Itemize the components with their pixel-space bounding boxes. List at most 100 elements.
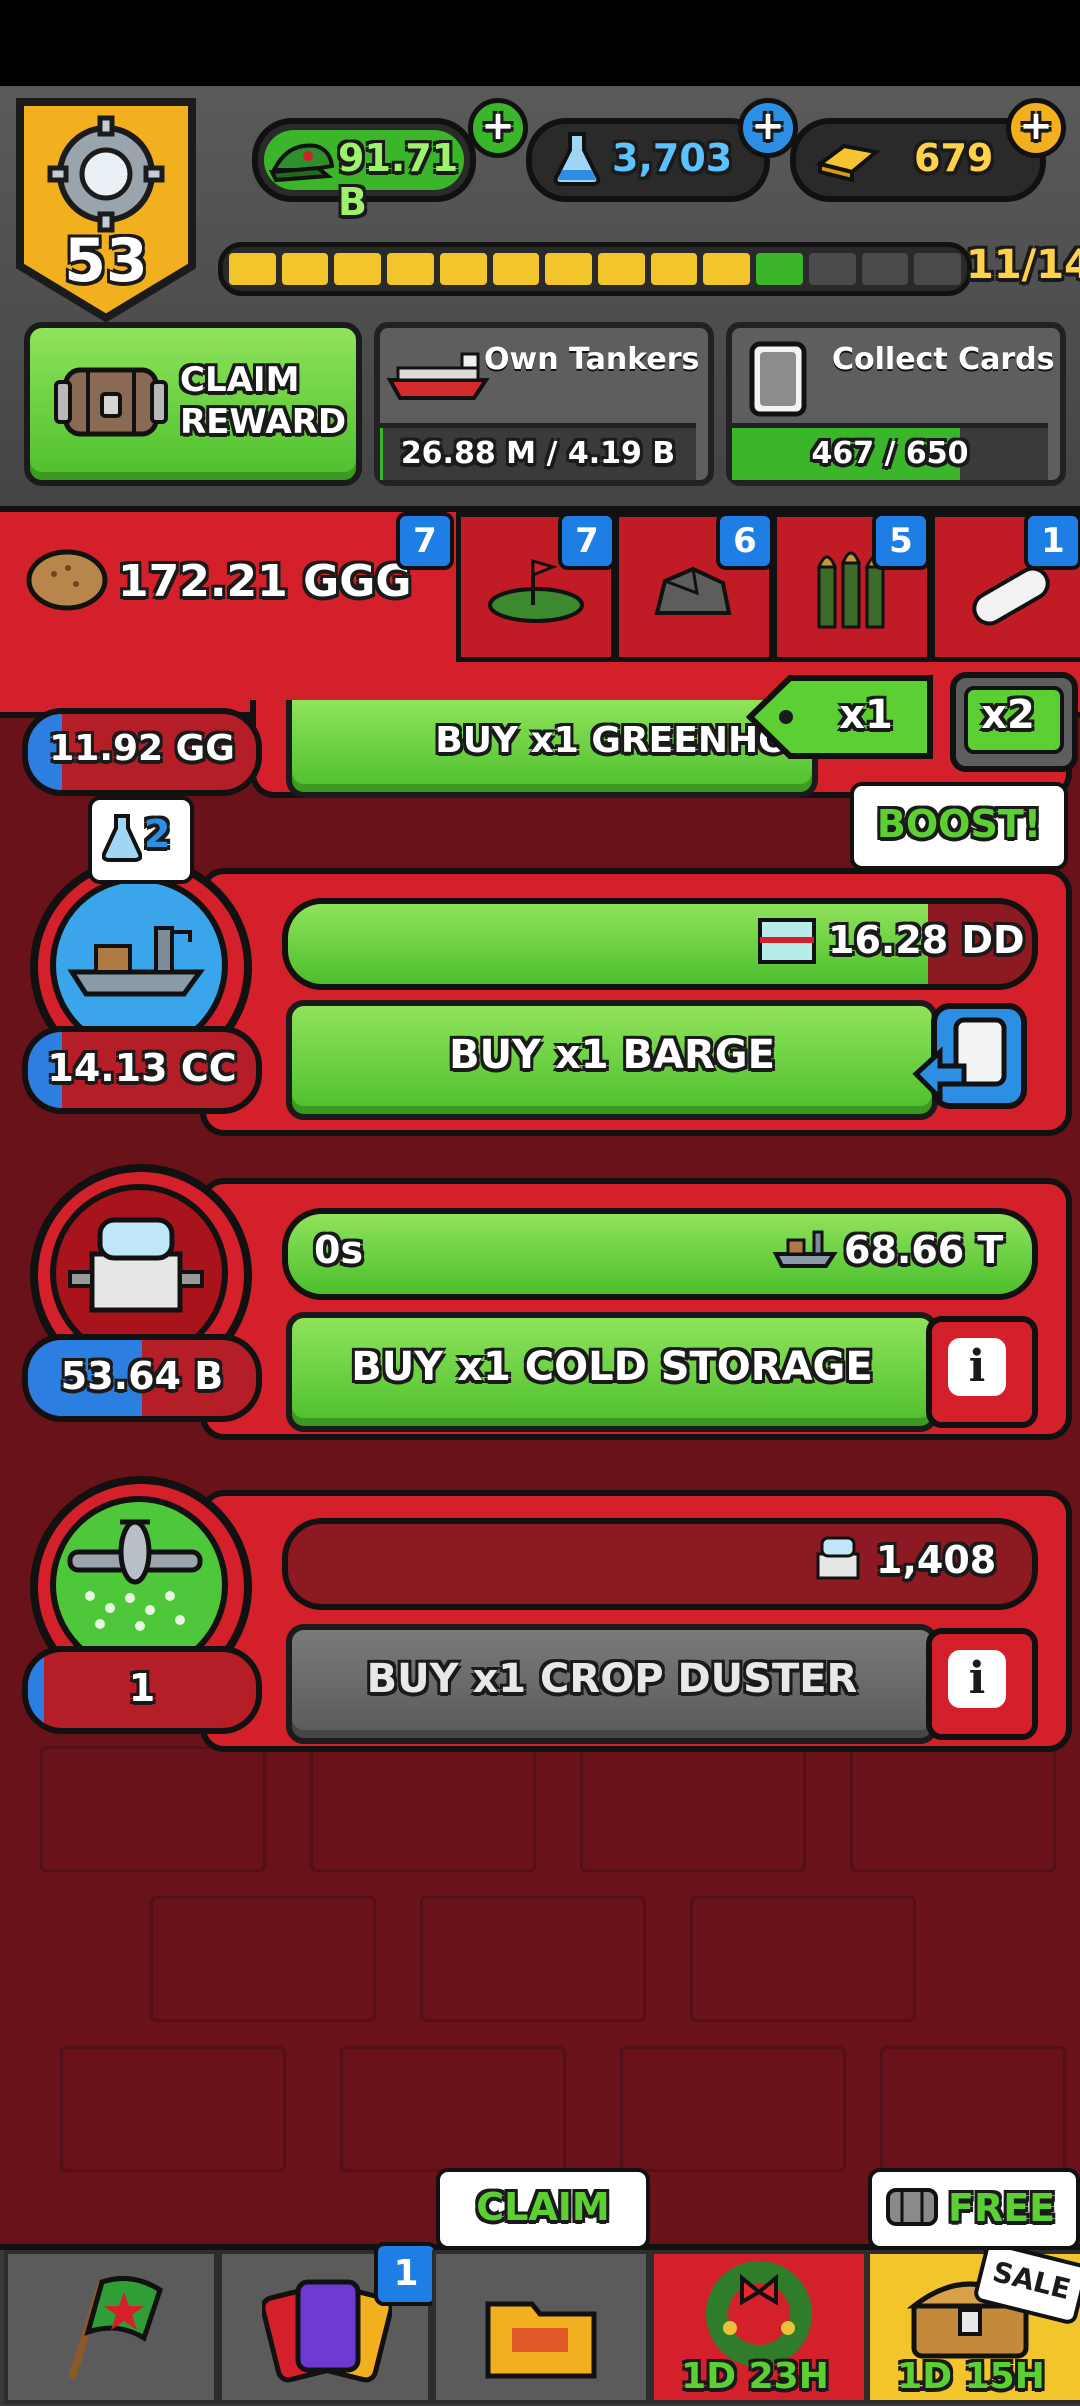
nav-map-tab[interactable]	[4, 2250, 218, 2404]
buy-cold-storage-label: BUY x1 COLD STORAGE	[351, 1344, 873, 1390]
multiplier-tag[interactable]: x1	[745, 672, 936, 762]
progress-segment	[756, 253, 803, 285]
cold-storage-info-button[interactable]: i	[926, 1316, 1038, 1428]
own-tankers-progress: 26.88 M / 4.19 B	[400, 436, 676, 471]
card-upgrade-icon	[912, 1003, 1027, 1109]
buy-greenhouse-button[interactable]: BUY x1 GREENHO	[286, 700, 818, 798]
progress-segment	[281, 253, 329, 285]
crate-icon	[886, 2188, 938, 2226]
info-icon: i	[948, 1650, 1006, 1708]
crop-duster-price-label: 1	[128, 1666, 156, 1710]
nav-event-tab[interactable]: 1D 23H	[650, 2250, 868, 2404]
gold-bars-icon	[815, 143, 880, 183]
event-timer: 1D 23H	[681, 2356, 829, 2397]
level-progress-label: 11/14	[966, 242, 1080, 288]
cold-storage-price: 53.64 B	[22, 1334, 262, 1422]
crop-duster-output: 1,408	[876, 1538, 997, 1582]
cold-storage-progress-bar: 0s 68.66 T	[282, 1208, 1038, 1300]
research-counter[interactable]: 3,703	[526, 118, 770, 202]
cash-add-button[interactable]: +	[468, 98, 528, 158]
buy-greenhouse-label: BUY x1 GREENHO	[435, 720, 789, 761]
own-tankers-title: Own Tankers	[484, 342, 700, 377]
card-icon	[749, 341, 807, 417]
barge-icon	[67, 926, 205, 997]
own-tankers-card[interactable]: Own Tankers 26.88 M / 4.19 B	[374, 322, 714, 486]
tanker-ship-icon	[386, 352, 490, 400]
cash-value: 91.71 B	[338, 136, 459, 224]
barge-progress-bar: 16.28 DD	[282, 898, 1038, 990]
progress-segments	[229, 253, 962, 285]
progress-segment	[334, 253, 382, 285]
gold-add-button[interactable]: +	[1006, 98, 1066, 158]
info-icon: i	[948, 1338, 1006, 1396]
progress-segment	[545, 253, 593, 285]
nav-claim-tab[interactable]	[432, 2250, 650, 2404]
level-progress-bar	[218, 242, 972, 296]
research-add-button[interactable]: +	[738, 98, 798, 158]
greenhouse-price-label: 11.92 GG	[49, 728, 235, 769]
tab-badge-4: 1	[1024, 512, 1080, 570]
crop-duster-price: 1	[22, 1646, 262, 1734]
boost-text: BOOST!	[876, 802, 1042, 846]
flask-icon	[553, 132, 601, 186]
shop-timer: 1D 15H	[897, 2356, 1045, 2397]
crop-duster-plane-icon	[67, 1519, 203, 1631]
crop-duster-progress-bar: 1,408	[282, 1518, 1038, 1610]
tab-badge-2: 6	[716, 512, 774, 570]
cold-storage-price-label: 53.64 B	[60, 1354, 224, 1398]
greenhouse-price: 11.92 GG	[22, 708, 262, 796]
resource-value: 172.21 GGG	[118, 556, 412, 607]
multiplier-label: x1	[839, 692, 893, 738]
wreath-icon	[706, 2261, 812, 2367]
potato-icon	[26, 549, 108, 611]
barge-price-label: 14.13 CC	[47, 1046, 237, 1090]
gold-value: 679	[914, 136, 994, 180]
claim-reward-button[interactable]: CLAIM REWARD	[24, 322, 362, 486]
barge-price: 14.13 CC	[22, 1026, 262, 1114]
cold-storage-icon	[816, 1536, 860, 1580]
progress-segment	[914, 253, 962, 285]
nav-cards-badge: 1	[374, 2242, 438, 2306]
free-label: FREE	[948, 2186, 1056, 2230]
army-cap-icon	[268, 143, 335, 183]
level-banner[interactable]: 53	[14, 96, 198, 326]
progress-segment	[650, 253, 698, 285]
cards-icon	[262, 2279, 392, 2383]
buy-cold-storage-button[interactable]: BUY x1 COLD STORAGE	[286, 1312, 938, 1432]
buy-barge-label: BUY x1 BARGE	[449, 1032, 775, 1078]
buy-barge-button[interactable]: BUY x1 BARGE	[286, 1000, 938, 1120]
barge-upgrade-count: 2	[144, 812, 171, 856]
plus-icon: +	[1019, 103, 1053, 149]
flag-icon	[68, 2275, 163, 2380]
folder-icon	[485, 2301, 597, 2379]
progress-segment	[229, 253, 276, 285]
boost-multiplier: x2	[981, 692, 1035, 738]
tab-badge-0: 7	[396, 512, 454, 570]
free-tooltip[interactable]: FREE	[868, 2168, 1080, 2250]
boost-tooltip[interactable]: BOOST!	[850, 782, 1068, 870]
progress-segment	[387, 253, 434, 285]
boost-button[interactable]: x2	[950, 672, 1078, 772]
claim-reward-line2: REWARD	[180, 402, 347, 442]
tab-badge-1: 7	[558, 512, 616, 570]
collect-cards-title: Collect Cards	[832, 342, 1055, 377]
barge-upgrade-badge[interactable]: 2	[88, 796, 194, 884]
claim-reward-line1: CLAIM	[180, 360, 300, 400]
cash-counter[interactable]: 91.71 B	[252, 118, 476, 224]
barge-output: 16.28 DD	[828, 918, 1025, 962]
cold-storage-timer: 0s	[314, 1228, 364, 1272]
barge-icon	[772, 1230, 838, 1268]
level-number: 53	[64, 226, 148, 296]
progress-segment	[598, 253, 645, 285]
buy-crop-duster-button[interactable]: BUY x1 CROP DUSTER	[286, 1624, 938, 1744]
claim-tooltip[interactable]: CLAIM	[436, 2168, 650, 2250]
progress-segment	[808, 253, 856, 285]
crop-duster-info-button[interactable]: i	[926, 1628, 1038, 1740]
collect-cards-card[interactable]: Collect Cards 467 / 650	[726, 322, 1066, 486]
research-value: 3,703	[612, 136, 733, 180]
barge-card-button[interactable]	[910, 1002, 1030, 1112]
progress-segment	[861, 253, 909, 285]
claim-label: CLAIM	[476, 2185, 610, 2229]
status-bar	[0, 0, 1080, 86]
collect-cards-progress-track: 467 / 650	[732, 423, 1048, 480]
